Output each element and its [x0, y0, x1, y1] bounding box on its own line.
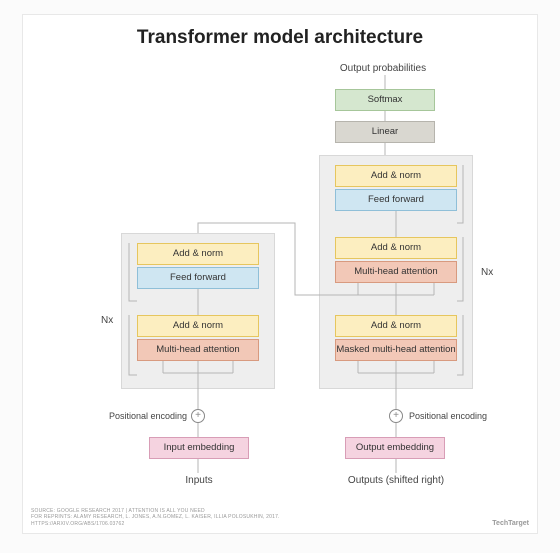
decoder-addnorm-3: Add & norm	[335, 315, 457, 337]
outputs-label: Outputs (shifted right)	[323, 475, 469, 486]
softmax-block: Softmax	[335, 89, 435, 111]
diagram-title: Transformer model architecture	[23, 27, 537, 49]
output-probabilities-label: Output probabilities	[303, 63, 463, 74]
diagram-canvas: Transformer model architecture Output pr…	[22, 14, 538, 534]
encoder-multihead: Multi-head attention	[137, 339, 259, 361]
decoder-positional-add-icon: +	[389, 409, 403, 423]
footer-attribution: SOURCE: GOOGLE RESEARCH 2017 | ATTENTION…	[31, 508, 280, 528]
encoder-addnorm-2: Add & norm	[137, 315, 259, 337]
decoder-addnorm-2: Add & norm	[335, 237, 457, 259]
brand-label: TechTarget	[492, 520, 529, 527]
encoder-posenc-label: Positional encoding	[103, 411, 187, 421]
encoder-positional-add-icon: +	[191, 409, 205, 423]
decoder-feedforward: Feed forward	[335, 189, 457, 211]
inputs-label: Inputs	[149, 475, 249, 486]
input-embedding-block: Input embedding	[149, 437, 249, 459]
decoder-addnorm-1: Add & norm	[335, 165, 457, 187]
footer-line-2: FOR REPRINTS: ALAMY RESEARCH, L. JONES, …	[31, 514, 280, 521]
decoder-posenc-label: Positional encoding	[409, 411, 487, 421]
output-embedding-block: Output embedding	[345, 437, 445, 459]
decoder-nx-label: Nx	[481, 267, 493, 278]
linear-block: Linear	[335, 121, 435, 143]
encoder-addnorm-1: Add & norm	[137, 243, 259, 265]
decoder-multihead: Multi-head attention	[335, 261, 457, 283]
encoder-feedforward: Feed forward	[137, 267, 259, 289]
decoder-masked-multihead: Masked multi-head attention	[335, 339, 457, 361]
footer-line-3: HTTPS://ARXIV.ORG/ABS/1706.03762	[31, 521, 280, 528]
encoder-nx-label: Nx	[101, 315, 113, 326]
